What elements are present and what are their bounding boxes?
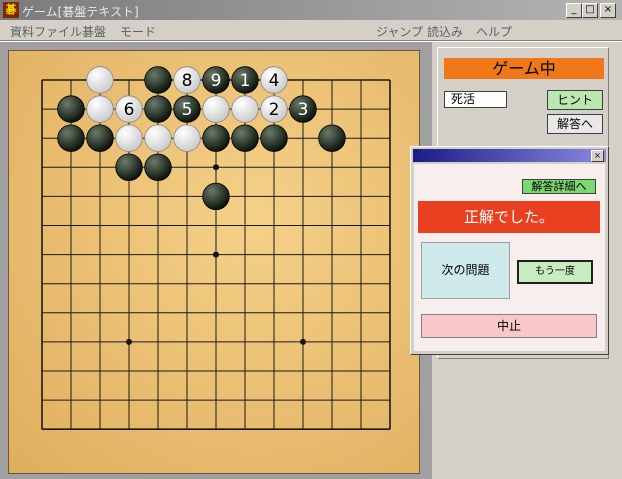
white-stone[interactable]	[86, 95, 114, 123]
minimize-button[interactable]: _	[566, 3, 582, 18]
problem-type-field: 死活	[444, 91, 507, 108]
go-board[interactable]: 8914 6 5 23	[8, 50, 420, 474]
star-point	[300, 338, 306, 345]
stop-button[interactable]: 中止	[421, 314, 597, 338]
maximize-button[interactable]: □	[582, 3, 598, 18]
black-stone[interactable]	[57, 95, 85, 123]
white-stone[interactable]: 4	[260, 66, 288, 94]
star-point	[213, 164, 219, 171]
menu-mode[interactable]: モード	[120, 23, 156, 40]
black-stone[interactable]	[144, 95, 172, 123]
answer-detail-button[interactable]: 解答詳細へ	[522, 179, 596, 194]
app-icon: 碁	[3, 2, 19, 18]
result-banner: 正解でした。	[418, 201, 600, 233]
black-stone[interactable]	[115, 153, 143, 182]
menu-help[interactable]: ヘルプ	[476, 23, 512, 40]
next-problem-button[interactable]: 次の問題	[421, 242, 510, 299]
white-stone[interactable]	[173, 124, 201, 152]
close-button[interactable]: ×	[600, 3, 616, 18]
white-stone[interactable]	[144, 124, 172, 152]
dialog-title-bar	[413, 149, 606, 162]
menu-board[interactable]: 碁盤	[82, 23, 106, 40]
move-number: 2	[269, 100, 280, 120]
move-number: 5	[182, 100, 193, 120]
title-bar: 碁 ゲーム[碁盤テキスト] _ □ ×	[0, 0, 622, 20]
black-stone[interactable]	[144, 153, 172, 182]
white-stone[interactable]	[231, 95, 259, 123]
black-stone[interactable]	[318, 124, 346, 152]
hint-button[interactable]: ヒント	[547, 90, 603, 110]
menu-bar: 資料ファイル 碁盤 モード ジャンプ 読込み ヘルプ	[0, 20, 622, 40]
move-number: 6	[124, 100, 135, 120]
white-stone[interactable]: 8	[173, 66, 201, 94]
black-stone[interactable]	[202, 124, 230, 152]
game-status: ゲーム中	[444, 58, 604, 79]
black-stone[interactable]	[86, 124, 114, 152]
answer-button[interactable]: 解答へ	[547, 114, 603, 134]
black-stone[interactable]	[260, 124, 288, 152]
move-number: 9	[211, 71, 222, 91]
white-stone[interactable]	[202, 95, 230, 123]
board-frame: 8914 6 5 23	[0, 42, 432, 479]
black-stone[interactable]: 1	[231, 66, 259, 94]
black-stone[interactable]: 5	[173, 95, 201, 123]
white-stone[interactable]	[86, 66, 114, 94]
menu-load[interactable]: 読込み	[427, 23, 463, 40]
window-title: ゲーム[碁盤テキスト]	[22, 5, 139, 19]
move-number: 8	[182, 71, 193, 91]
black-stone[interactable]	[144, 66, 172, 94]
white-stone[interactable]: 6	[115, 95, 143, 123]
retry-button[interactable]: もう一度	[517, 260, 593, 284]
star-point	[213, 251, 219, 258]
black-stone[interactable]	[57, 124, 85, 152]
move-number: 4	[269, 71, 280, 91]
black-stone[interactable]	[202, 182, 230, 211]
move-number: 1	[240, 71, 251, 91]
move-number: 3	[298, 100, 309, 120]
menu-file[interactable]: 資料ファイル	[10, 23, 82, 40]
white-stone[interactable]	[115, 124, 143, 152]
white-stone[interactable]: 2	[260, 95, 288, 123]
black-stone[interactable]: 3	[289, 95, 317, 123]
black-stone[interactable]	[231, 124, 259, 152]
board-grid[interactable]: 8 9 1 4 6 5 2 3	[9, 51, 419, 473]
menu-jump[interactable]: ジャンプ	[376, 23, 423, 40]
dialog-close-button[interactable]: ×	[591, 150, 604, 162]
star-point	[126, 338, 132, 345]
black-stone[interactable]: 9	[202, 66, 230, 94]
